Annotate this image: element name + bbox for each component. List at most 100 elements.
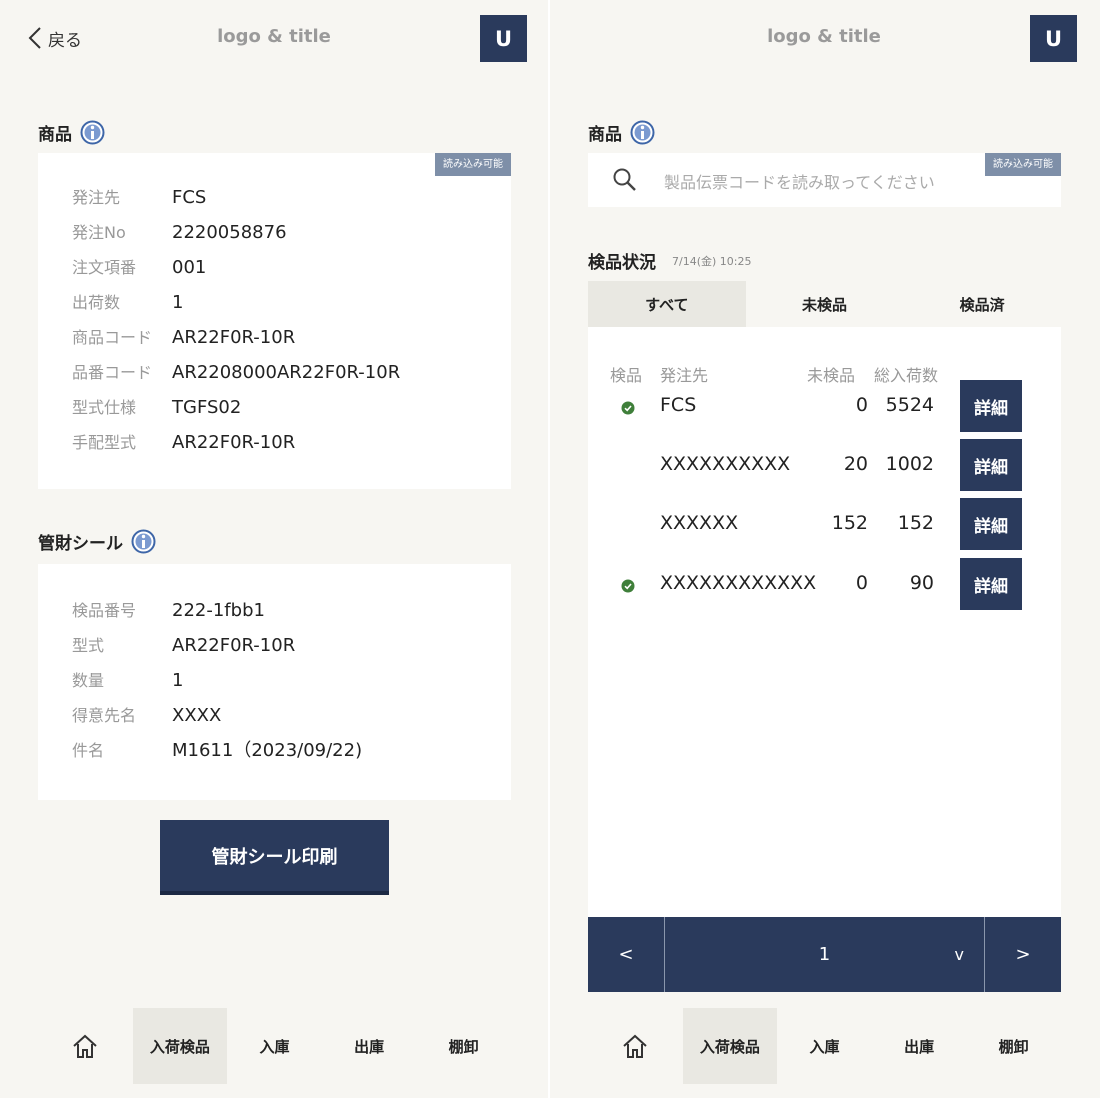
field-row: 出荷数 1	[72, 292, 183, 314]
print-seal-button[interactable]: 管財シール印刷	[160, 820, 389, 895]
total-cell: 90	[909, 572, 934, 594]
detail-button[interactable]: 詳細	[960, 380, 1022, 432]
field-row: 型式 AR22F0R-10R	[72, 635, 295, 657]
nav-stock-out[interactable]: 出庫	[872, 1008, 967, 1084]
field-value: AR2208000AR22F0R-10R	[172, 362, 401, 383]
detail-button[interactable]: 詳細	[960, 558, 1022, 610]
total-cell: 152	[897, 512, 934, 534]
field-label: 手配型式	[72, 433, 137, 452]
pending-cell: 0	[855, 572, 868, 594]
vendor-cell: XXXXXX	[660, 512, 739, 534]
check-icon	[621, 400, 635, 419]
product-card: 読み込み可能 発注先 FCS 発注No 2220058876 注文項番 001 出荷数…	[38, 153, 511, 489]
logo-title: logo & title	[217, 26, 331, 47]
table-row: XXXXXXXXXXXX 0 90 詳細	[588, 558, 1061, 610]
field-row: 検品番号 222-1fbb1	[72, 600, 265, 622]
nav-inventory[interactable]: 棚卸	[416, 1008, 511, 1084]
avatar[interactable]: U	[480, 15, 527, 62]
field-value: AR22F0R-10R	[172, 432, 296, 453]
field-row: 数量 1	[72, 670, 183, 692]
field-value: M1611（2023/09/22)	[172, 740, 363, 761]
field-label: 出荷数	[72, 293, 121, 312]
table-row: XXXXXX 152 152 詳細	[588, 498, 1061, 550]
total-cell: 5524	[885, 394, 934, 416]
nav-receiving-inspection[interactable]: 入荷検品	[132, 1008, 228, 1084]
page-select[interactable]: 1 v	[664, 917, 985, 992]
search-placeholder: 製品伝票コードを読み取ってください	[664, 173, 935, 192]
field-label: 発注No	[72, 223, 126, 242]
field-label: 品番コード	[72, 363, 153, 382]
info-icon[interactable]	[80, 120, 105, 145]
product-section-title: 商品	[38, 120, 105, 145]
nav-stock-in[interactable]: 入庫	[777, 1008, 872, 1084]
home-icon	[623, 1034, 647, 1058]
logo-title: logo & title	[767, 26, 881, 47]
nav-inventory[interactable]: 棚卸	[966, 1008, 1061, 1084]
header: 戻る logo & title U	[0, 0, 548, 78]
avatar[interactable]: U	[1030, 15, 1077, 62]
inspection-table: 検品 発注先 未検品 総入荷数 FCS 0 5524 詳細 XXXXXXXXXX…	[588, 327, 1061, 917]
seal-card: 検品番号 222-1fbb1 型式 AR22F0R-10R 数量 1 得意先名 XXXX…	[38, 564, 511, 800]
tab-all[interactable]: すべて	[588, 281, 746, 327]
bottom-nav: 入荷検品 入庫 出庫 棚卸	[588, 1008, 1061, 1084]
detail-button[interactable]: 詳細	[960, 498, 1022, 550]
info-icon[interactable]	[630, 120, 655, 145]
table-row: FCS 0 5524 詳細	[588, 380, 1061, 432]
vendor-cell: FCS	[660, 394, 697, 416]
seal-title: 管財シール	[38, 534, 123, 554]
readable-badge: 読み込み可能	[435, 153, 511, 176]
field-value: FCS	[172, 187, 207, 208]
pending-cell: 20	[843, 453, 868, 475]
field-row: 得意先名 XXXX	[72, 705, 221, 727]
pagination: < 1 v >	[588, 917, 1061, 992]
field-value: 1	[172, 670, 184, 691]
prev-page-button[interactable]: <	[588, 917, 664, 992]
total-cell: 1002	[885, 453, 934, 475]
header: logo & title U	[550, 0, 1098, 78]
nav-stock-in[interactable]: 入庫	[227, 1008, 322, 1084]
field-value: 001	[172, 257, 207, 278]
tab-inspected[interactable]: 検品済	[903, 281, 1061, 327]
field-label: 件名	[72, 741, 105, 760]
seal-section-title: 管財シール	[38, 529, 156, 554]
field-value: XXXX	[172, 705, 222, 726]
info-icon[interactable]	[131, 529, 156, 554]
check-icon	[621, 578, 635, 597]
field-label: 発注先	[72, 188, 121, 207]
field-value: 2220058876	[172, 222, 287, 243]
product-title: 商品	[38, 125, 72, 145]
field-label: 型式	[72, 636, 105, 655]
field-value: AR22F0R-10R	[172, 635, 296, 656]
field-value: 1	[172, 292, 184, 313]
field-row: 手配型式 AR22F0R-10R	[72, 432, 295, 454]
field-label: 数量	[72, 671, 105, 690]
nav-stock-out[interactable]: 出庫	[322, 1008, 417, 1084]
pending-cell: 0	[855, 394, 868, 416]
status-filter-tabs: すべて 未検品 検品済	[588, 281, 1061, 327]
table-row: XXXXXXXXXX 20 1002 詳細	[588, 439, 1061, 491]
nav-home[interactable]	[38, 1008, 133, 1084]
search-icon	[612, 167, 638, 197]
chevron-down-icon: v	[954, 945, 964, 964]
tab-uninspected[interactable]: 未検品	[746, 281, 904, 327]
product-code-search[interactable]: 製品伝票コードを読み取ってください 読み込み可能	[588, 153, 1061, 207]
field-row: 型式仕様 TGFS02	[72, 397, 241, 419]
readable-badge: 読み込み可能	[985, 153, 1061, 176]
status-timestamp: 7/14(金) 10:25	[672, 254, 752, 268]
current-page: 1	[818, 944, 831, 965]
field-value: 222-1fbb1	[172, 600, 265, 621]
field-row: 品番コード AR2208000AR22F0R-10R	[72, 362, 400, 384]
detail-button[interactable]: 詳細	[960, 439, 1022, 491]
bottom-nav: 入荷検品 入庫 出庫 棚卸	[38, 1008, 511, 1084]
nav-receiving-inspection[interactable]: 入荷検品	[682, 1008, 778, 1084]
next-page-button[interactable]: >	[985, 917, 1061, 992]
vendor-cell: XXXXXXXXXX	[660, 453, 791, 475]
nav-home[interactable]	[588, 1008, 683, 1084]
field-row: 発注No 2220058876	[72, 222, 287, 244]
field-label: 商品コード	[72, 328, 153, 347]
vendor-cell: XXXXXXXXXXXX	[660, 572, 817, 594]
field-label: 型式仕様	[72, 398, 137, 417]
product-section-title: 商品	[588, 120, 655, 145]
field-row: 商品コード AR22F0R-10R	[72, 327, 295, 349]
field-row: 発注先 FCS	[72, 187, 206, 209]
